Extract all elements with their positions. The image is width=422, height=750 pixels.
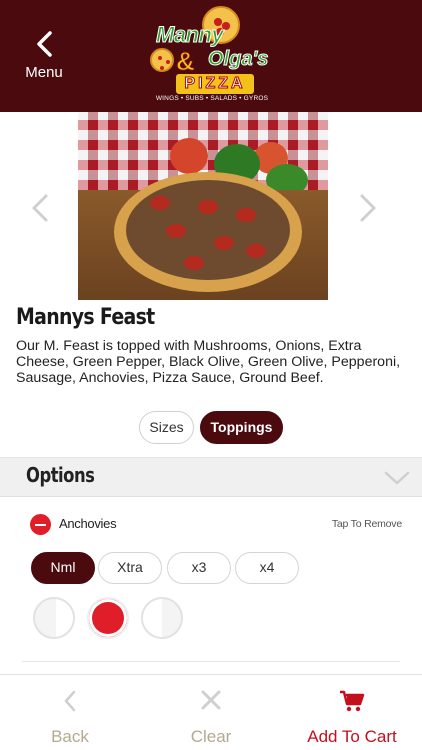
product-photo: [78, 112, 328, 300]
logo-text-manny: Manny: [155, 22, 224, 48]
topping-row-anchovies[interactable]: Anchovies Tap To Remove: [30, 514, 402, 538]
tomato-shape: [170, 138, 208, 174]
app-header: Menu Manny & Olga's PIZZA WINGS • SUBS •…: [0, 0, 422, 112]
cart-icon: [340, 690, 365, 712]
topping-name: Anchovies: [59, 516, 117, 531]
pizza-toppings: [126, 180, 290, 280]
chevron-left-icon: [64, 690, 76, 712]
close-icon: [201, 690, 221, 710]
amount-option-normal[interactable]: Nml: [31, 552, 95, 584]
pepperoni-slice: [150, 196, 170, 210]
chevron-down-icon: [384, 471, 410, 485]
menu-label: Menu: [25, 64, 63, 81]
amount-option-x3[interactable]: x3: [167, 552, 231, 584]
pepperoni-slice: [198, 200, 218, 214]
pepperoni-slice: [184, 256, 204, 270]
tap-to-remove-hint[interactable]: Tap To Remove: [332, 518, 402, 530]
minus-circle-icon[interactable]: [30, 514, 51, 535]
brand-logo: Manny & Olga's PIZZA WINGS • SUBS • SALA…: [150, 6, 272, 106]
logo-tagline: WINGS • SUBS • SALADS • GYROS: [155, 95, 269, 102]
clear-button[interactable]: Clear: [141, 675, 281, 750]
logo-text-amp: &: [176, 46, 196, 77]
pepperoni-slice: [236, 208, 256, 222]
half-circle-right-icon: [143, 599, 162, 637]
amount-option-extra[interactable]: Xtra: [98, 552, 162, 584]
product-description: Our M. Feast is topped with Mushrooms, O…: [16, 338, 401, 386]
tab-toppings[interactable]: Toppings: [200, 411, 283, 444]
menu-button[interactable]: Menu: [14, 30, 74, 92]
carousel-prev-button[interactable]: [28, 192, 52, 224]
pizza-logo-icon: [150, 48, 174, 72]
bottom-navigation: Back Clear Add To Cart: [0, 674, 422, 750]
back-button[interactable]: Back: [0, 675, 140, 750]
portion-whole-button[interactable]: [87, 597, 129, 639]
options-section-header[interactable]: Options: [0, 457, 422, 497]
product-image-carousel: [0, 112, 422, 302]
carousel-next-button[interactable]: [356, 192, 380, 224]
product-title: Mannys Feast: [16, 305, 155, 330]
half-circle-left-icon: [56, 599, 73, 637]
portion-right-half-button[interactable]: [141, 597, 183, 639]
logo-text-pizza: PIZZA: [176, 74, 254, 94]
pepperoni-slice: [246, 244, 266, 258]
back-label: Back: [51, 727, 89, 746]
tab-sizes[interactable]: Sizes: [139, 411, 194, 444]
pepperoni-slice: [214, 236, 234, 250]
chevron-right-icon: [360, 194, 376, 222]
add-to-cart-button[interactable]: Add To Cart: [282, 675, 422, 750]
add-to-cart-label: Add To Cart: [307, 727, 397, 746]
amount-option-x4[interactable]: x4: [235, 552, 299, 584]
options-title: Options: [26, 463, 95, 487]
divider: [22, 661, 400, 662]
chevron-left-icon: [37, 31, 52, 57]
portion-left-half-button[interactable]: [33, 597, 75, 639]
logo-text-olgas: Olga's: [207, 48, 269, 71]
clear-label: Clear: [190, 727, 232, 746]
pepperoni-slice: [166, 224, 186, 238]
chevron-left-icon: [32, 194, 48, 222]
